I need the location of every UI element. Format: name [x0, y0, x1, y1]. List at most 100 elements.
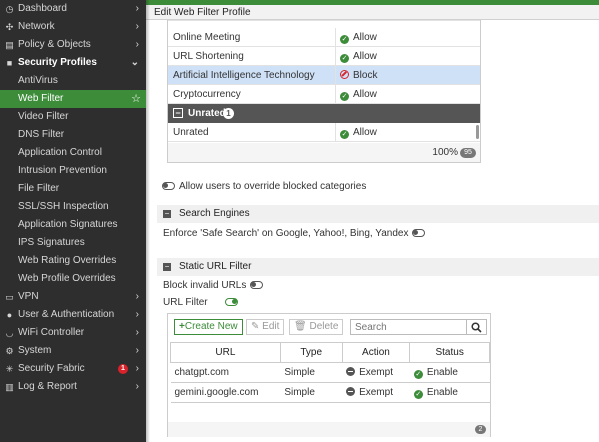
sidebar-item-antivirus[interactable]: AntiVirus — [0, 72, 146, 90]
vpn-icon: ▭ — [5, 292, 14, 302]
edit-button[interactable]: ✎ Edit — [246, 319, 285, 335]
url-filter-toggle[interactable] — [224, 298, 238, 307]
sidebar-item-file-filter[interactable]: File Filter — [0, 180, 146, 198]
category-group-header[interactable]: − Unrated 1 — [168, 104, 480, 123]
safe-search-label: Enforce 'Safe Search' on Google, Yahoo!,… — [163, 228, 409, 239]
sidebar-item-web-profile-overrides[interactable]: Web Profile Overrides — [0, 270, 146, 288]
chart-icon: ▥ — [5, 382, 14, 392]
sidebar-item-user-authentication[interactable]: ● User & Authentication › — [0, 306, 146, 324]
sidebar-item-ssl-ssh-inspection[interactable]: SSL/SSH Inspection — [0, 198, 146, 216]
exempt-icon — [346, 367, 356, 376]
sidebar-item-policy-objects[interactable]: ▤ Policy & Objects › — [0, 36, 146, 54]
column-header-type[interactable]: Type — [279, 342, 343, 363]
sidebar-item-label: Security Fabric — [18, 363, 85, 374]
create-new-button[interactable]: +Create New — [174, 319, 243, 335]
sidebar-item-label: Intrusion Prevention — [18, 165, 107, 176]
search-engines-section-header[interactable]: − Search Engines — [157, 205, 599, 223]
group-count-badge: 1 — [223, 108, 234, 119]
chevron-right-icon: › — [135, 309, 139, 320]
sidebar-item-label: SSL/SSH Inspection — [18, 201, 109, 212]
table-row[interactable]: URL Shortening ✓ Allow — [168, 47, 480, 66]
search-input[interactable] — [350, 319, 467, 335]
check-icon: ✓ — [413, 389, 423, 399]
url-cell: gemini.google.com — [170, 382, 281, 403]
table-row[interactable]: Artificial Intelligence Technology Block — [168, 66, 480, 85]
sidebar-item-label: Web Filter — [18, 93, 64, 104]
scrollbar[interactable] — [476, 125, 479, 139]
sidebar-item-label: VPN — [18, 291, 39, 302]
block-invalid-urls-toggle[interactable] — [250, 281, 264, 290]
override-toggle[interactable] — [162, 182, 175, 191]
category-action[interactable]: ✓ Allow — [340, 85, 377, 104]
sidebar-item-application-control[interactable]: Application Control — [0, 144, 146, 162]
collapse-icon[interactable]: − — [163, 263, 171, 271]
table-row[interactable]: gemini.google.com Simple Exempt ✓ Enable — [170, 382, 490, 403]
sidebar-item-dashboard[interactable]: ◷ Dashboard › — [0, 0, 146, 18]
group-name: Unrated — [188, 108, 226, 119]
category-action[interactable]: Block — [340, 66, 377, 85]
table-row[interactable]: Cryptocurrency ✓ Allow — [168, 85, 480, 104]
sidebar-item-dns-filter[interactable]: DNS Filter — [0, 126, 146, 144]
category-action[interactable]: ✓ Allow — [340, 28, 377, 47]
collapse-icon[interactable]: − — [173, 108, 183, 118]
column-header-status[interactable]: Status — [409, 342, 490, 363]
column-divider — [335, 123, 336, 142]
action-label: Block — [353, 70, 378, 81]
sidebar-item-label: AntiVirus — [18, 75, 58, 86]
sidebar-item-video-filter[interactable]: Video Filter — [0, 108, 146, 126]
table-row[interactable]: Unrated ✓ Allow — [168, 123, 480, 142]
table-row[interactable]: Online Meeting ✓ Allow — [168, 28, 480, 47]
category-action[interactable]: ✓ Allow — [340, 123, 377, 142]
url-cell: chatgpt.com — [170, 362, 281, 383]
user-icon: ● — [6, 310, 13, 320]
category-name: Artificial Intelligence Technology — [173, 70, 315, 81]
safe-search-option: Enforce 'Safe Search' on Google, Yahoo!,… — [163, 227, 426, 241]
sidebar-item-label: File Filter — [18, 183, 60, 194]
url-filter-table: URL Type Action Status chatgpt.com Simpl… — [170, 342, 490, 403]
sidebar-item-ips-signatures[interactable]: IPS Signatures — [0, 234, 146, 252]
sidebar-shadow — [146, 0, 150, 442]
sidebar-item-label: Web Rating Overrides — [18, 255, 117, 266]
sidebar-item-web-rating-overrides[interactable]: Web Rating Overrides — [0, 252, 146, 270]
chevron-right-icon: › — [135, 327, 139, 338]
table-footer: 2 — [168, 422, 490, 437]
sidebar-item-vpn[interactable]: ▭ VPN › — [0, 288, 146, 306]
sidebar-item-log-report[interactable]: ▥ Log & Report › — [0, 378, 146, 396]
sidebar-item-network[interactable]: ✣ Network › — [0, 18, 146, 36]
delete-button[interactable]: 🗑 Delete — [289, 319, 344, 335]
sidebar: ◷ Dashboard › ✣ Network › ▤ Policy & Objects ›… — [0, 0, 146, 442]
collapse-icon[interactable]: − — [163, 210, 171, 218]
sidebar-item-label: IPS Signatures — [18, 237, 85, 248]
column-header-url[interactable]: URL — [170, 342, 281, 363]
sidebar-item-system[interactable]: ⚙ System › — [0, 342, 146, 360]
sidebar-item-intrusion-prevention[interactable]: Intrusion Prevention — [0, 162, 146, 180]
table-row[interactable]: chatgpt.com Simple Exempt ✓ Enable — [170, 362, 490, 383]
sidebar-item-label: WiFi Controller — [18, 327, 85, 338]
safe-search-toggle[interactable] — [412, 229, 426, 238]
button-label: Delete — [309, 321, 339, 332]
sidebar-item-web-filter[interactable]: Web Filter ☆ — [0, 90, 146, 108]
chevron-right-icon: › — [135, 381, 139, 392]
status-cell: ✓ Enable — [409, 382, 490, 403]
status-label: Enable — [426, 386, 458, 398]
lock-icon: ■ — [6, 58, 13, 68]
category-action[interactable]: ✓ Allow — [340, 47, 377, 66]
category-name: Cryptocurrency — [173, 89, 241, 100]
category-name: Online Meeting — [173, 32, 241, 43]
sidebar-item-security-fabric[interactable]: ✳ Security Fabric 1 › — [0, 360, 146, 378]
action-label: Exempt — [359, 367, 393, 378]
sidebar-item-security-profiles[interactable]: ■ Security Profiles ⌄ — [0, 54, 146, 72]
sidebar-item-label: Video Filter — [18, 111, 69, 122]
static-url-filter-section-header[interactable]: − Static URL Filter — [157, 258, 599, 276]
chevron-right-icon: › — [135, 39, 139, 50]
action-cell: Exempt — [342, 362, 410, 383]
sidebar-item-wifi-controller[interactable]: ◡ WiFi Controller › — [0, 324, 146, 342]
sidebar-item-label: Application Signatures — [18, 219, 118, 230]
network-icon: ✣ — [5, 22, 14, 32]
dashboard-icon: ◷ — [5, 4, 14, 14]
star-icon[interactable]: ☆ — [131, 90, 141, 108]
column-header-action[interactable]: Action — [341, 342, 411, 363]
sidebar-item-application-signatures[interactable]: Application Signatures — [0, 216, 146, 234]
search-button[interactable] — [467, 319, 487, 335]
check-icon: ✓ — [413, 369, 423, 379]
